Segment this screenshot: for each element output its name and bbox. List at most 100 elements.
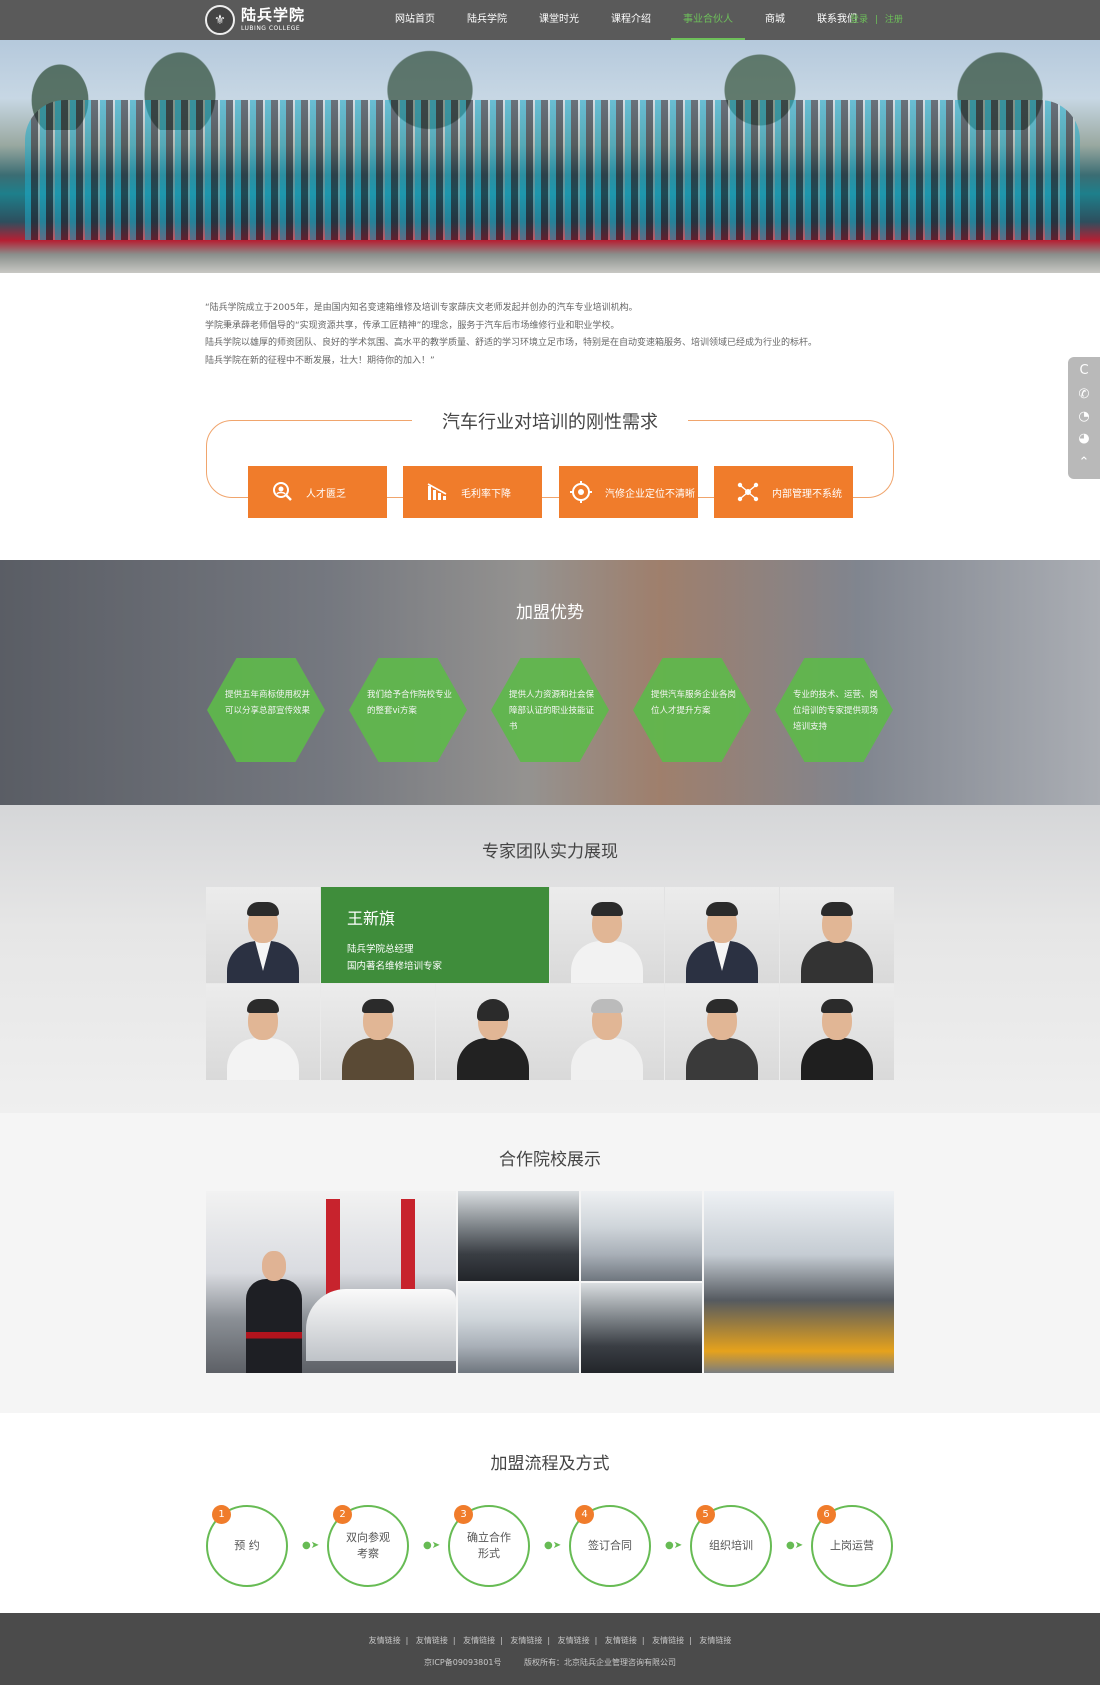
arrow-right-icon: ●➤ [665, 1540, 683, 1551]
intro-line: 陆兵学院在新的征程中不断发展，壮大！期待你的加入！” [205, 355, 435, 366]
partners-title: 合作院校展示 [499, 1150, 601, 1170]
arrow-right-icon: ●➤ [423, 1540, 441, 1551]
footer-link[interactable]: 友情链接 [699, 1636, 731, 1645]
expert-photo[interactable] [206, 984, 320, 1080]
wechat-icon[interactable]: ◕ [1076, 431, 1092, 447]
step-label: 上岗运营 [830, 1539, 874, 1552]
featured-expert-card[interactable]: 王新旗 陆兵学院总经理 国内著名维修培训专家 [321, 887, 549, 983]
partner-photo-students[interactable] [458, 1283, 579, 1373]
expert-photo[interactable] [550, 984, 664, 1080]
need-unclear-positioning[interactable]: 汽修企业定位不清晰 [559, 466, 698, 518]
intro-text: “陆兵学院成立于2005年，是由国内知名变速箱维修及培训专家薛庆文老师发起并创办… [205, 300, 905, 370]
step-number: 2 [333, 1505, 352, 1524]
footer-copyright: 京ICP备09093801号 版权所有：北京陆兵企业管理咨询有限公司 [0, 1657, 1100, 1668]
footer-links: 友情链接 | 友情链接 | 友情链接 | 友情链接 | 友情链接 | 友情链接 | 友情链接… [368, 1636, 732, 1645]
process-step: 1 预 约 [206, 1505, 288, 1587]
nav-home[interactable]: 网站首页 [383, 0, 447, 40]
step-label: 组织培训 [709, 1539, 753, 1552]
nav-courses[interactable]: 课程介绍 [599, 0, 663, 40]
partner-photo-exhibition[interactable] [704, 1191, 894, 1373]
register-link[interactable]: 注册 [885, 15, 903, 25]
qq-icon[interactable]: ◔ [1076, 409, 1092, 425]
footer-link[interactable]: 友情链接 [369, 1636, 401, 1645]
intro-line: 学院秉承薛老师倡导的“实现资源共享，传承工匠精神”的理念，服务于汽车后市场维修行… [205, 320, 620, 331]
step-number: 5 [696, 1505, 715, 1524]
login-link[interactable]: 登录 [850, 15, 868, 25]
step-label: 预 约 [234, 1539, 260, 1552]
process-step: 4 签订合同 [569, 1505, 651, 1587]
arrow-right-icon: ●➤ [302, 1540, 320, 1551]
expert-photo[interactable] [436, 984, 550, 1080]
process-section: 加盟流程及方式 1 预 约 ●➤ 2 双向参观考察 ●➤ 3 确立合作形式 ●➤… [0, 1413, 1100, 1613]
icp-number: 京ICP备09093801号 [423, 1658, 502, 1667]
partner-gallery [206, 1191, 894, 1373]
process-step: 5 组织培训 [690, 1505, 772, 1587]
intro-line: “陆兵学院成立于2005年，是由国内知名变速箱维修及培训专家薛庆文老师发起并创办… [205, 303, 638, 313]
footer-link[interactable]: 友情链接 [652, 1636, 684, 1645]
need-talent-shortage[interactable]: 人才匮乏 [248, 466, 387, 518]
auth-separator: | [874, 15, 878, 25]
declining-chart-icon [425, 480, 449, 504]
step-label: 确立合作形式 [467, 1531, 511, 1560]
need-margin-decline[interactable]: 毛利率下降 [403, 466, 542, 518]
need-label: 人才匮乏 [306, 488, 346, 500]
arrow-right-icon: ●➤ [786, 1540, 804, 1551]
step-label: 签订合同 [588, 1539, 632, 1552]
partner-schools-section: 合作院校展示 [0, 1113, 1100, 1413]
expert-photo[interactable] [206, 887, 320, 983]
floating-side-toolbar: C ✆ ◔ ◕ ⌃ [1068, 357, 1100, 479]
top-navbar: ⚜ 陆兵学院 LUBING COLLEGE 网站首页 陆兵学院 课堂时光 课程介… [0, 0, 1100, 40]
main-nav: 网站首页 陆兵学院 课堂时光 课程介绍 事业合伙人 商城 联系我们 [383, 0, 877, 40]
need-label: 内部管理不系统 [772, 488, 842, 500]
needs-title: 汽车行业对培训的刚性需求 [412, 408, 688, 438]
step-number: 6 [817, 1505, 836, 1524]
advantages-section: 加盟优势 提供五年商标使用权并可以分享总部宣传效果 我们给予合作院校专业的整套v… [0, 560, 1100, 805]
logo-subtitle: LUBING COLLEGE [241, 25, 301, 32]
hero-banner-group-photo [0, 40, 1100, 273]
footer-link[interactable]: 友情链接 [605, 1636, 637, 1645]
banner-crowd [25, 100, 1080, 240]
nav-college[interactable]: 陆兵学院 [455, 0, 519, 40]
featured-expert-name: 王新旗 [347, 909, 396, 928]
partner-photo-cars[interactable] [581, 1283, 702, 1373]
expert-photo[interactable] [780, 887, 894, 983]
step-label: 双向参观考察 [346, 1531, 390, 1560]
partner-photo-engine[interactable] [458, 1191, 579, 1281]
process-step: 2 双向参观考察 [327, 1505, 409, 1587]
partner-photo-workshop[interactable] [206, 1191, 456, 1373]
customer-service-icon[interactable]: C [1076, 363, 1092, 379]
nav-shop[interactable]: 商城 [753, 0, 797, 40]
process-step: 6 上岗运营 [811, 1505, 893, 1587]
need-management-issue[interactable]: 内部管理不系统 [714, 466, 853, 518]
need-label: 毛利率下降 [461, 488, 511, 500]
experts-title: 专家团队实力展现 [482, 842, 618, 862]
auth-links: 登录 | 注册 [848, 0, 905, 40]
footer-link[interactable]: 友情链接 [510, 1636, 542, 1645]
phone-icon[interactable]: ✆ [1076, 387, 1092, 403]
advantages-title: 加盟优势 [516, 603, 584, 623]
back-to-top-icon[interactable]: ⌃ [1076, 455, 1092, 471]
logo-emblem-icon: ⚜ [205, 5, 235, 35]
target-icon [569, 480, 593, 504]
process-title: 加盟流程及方式 [490, 1454, 610, 1474]
intro-line: 陆兵学院以雄厚的师资团队、良好的学术氛围、高水平的教学质量、舒适的学习环境立足市… [205, 338, 818, 348]
experts-section: 专家团队实力展现 王新旗 陆兵学院总经理 国内著名维修培训专家 [0, 805, 1100, 1113]
expert-photo[interactable] [665, 887, 779, 983]
footer-link[interactable]: 友情链接 [558, 1636, 590, 1645]
expert-grid: 王新旗 陆兵学院总经理 国内著名维修培训专家 [206, 887, 894, 1080]
logo[interactable]: ⚜ 陆兵学院 LUBING COLLEGE [205, 4, 305, 36]
network-icon [736, 480, 760, 504]
person-search-icon [270, 480, 294, 504]
arrow-right-icon: ●➤ [544, 1540, 562, 1551]
nav-partner[interactable]: 事业合伙人 [671, 0, 745, 40]
nav-classroom[interactable]: 课堂时光 [527, 0, 591, 40]
expert-photo[interactable] [321, 984, 435, 1080]
expert-photo[interactable] [665, 984, 779, 1080]
partner-photo-classroom[interactable] [581, 1191, 702, 1281]
footer-link[interactable]: 友情链接 [416, 1636, 448, 1645]
footer-link[interactable]: 友情链接 [463, 1636, 495, 1645]
step-number: 1 [212, 1505, 231, 1524]
expert-photo[interactable] [550, 887, 664, 983]
expert-photo[interactable] [780, 984, 894, 1080]
step-number: 3 [454, 1505, 473, 1524]
